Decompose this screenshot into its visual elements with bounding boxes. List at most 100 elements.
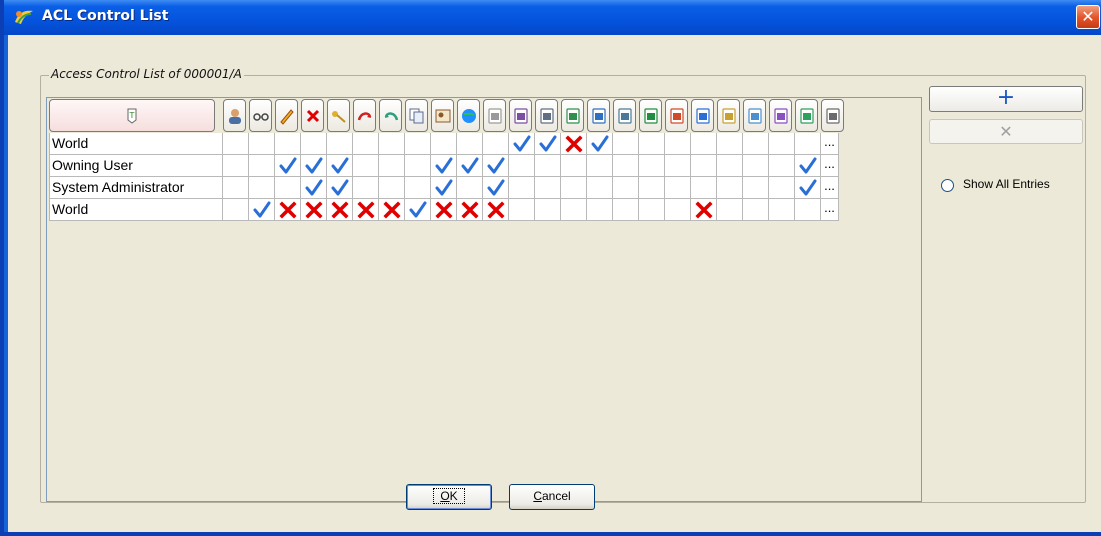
permission-cell[interactable]: [405, 199, 431, 221]
permission-cell[interactable]: [223, 199, 249, 221]
permission-cell[interactable]: [717, 199, 743, 221]
permission-cell[interactable]: [249, 199, 275, 221]
column-header-person-card[interactable]: [431, 99, 454, 132]
permission-cell[interactable]: [509, 199, 535, 221]
accessor-name-cell[interactable]: System Administrator: [49, 177, 223, 199]
permission-cell[interactable]: [249, 155, 275, 177]
column-header-flag[interactable]: [665, 99, 688, 132]
column-header-lock[interactable]: [535, 99, 558, 132]
permission-cell[interactable]: [483, 177, 509, 199]
permission-cell[interactable]: [457, 133, 483, 155]
accessor-name-cell[interactable]: World: [49, 133, 223, 155]
column-header-glasses[interactable]: [249, 99, 272, 132]
permission-cell[interactable]: [743, 133, 769, 155]
column-header-arrow-right[interactable]: [353, 99, 376, 132]
permission-cell[interactable]: [379, 155, 405, 177]
permission-cell[interactable]: [223, 177, 249, 199]
permission-cell[interactable]: [717, 177, 743, 199]
permission-cell[interactable]: [795, 155, 821, 177]
column-header-move[interactable]: [639, 99, 662, 132]
column-header-key[interactable]: [327, 99, 350, 132]
permission-cell[interactable]: [613, 133, 639, 155]
title-bar[interactable]: ACL Control List ✕: [4, 0, 1101, 35]
permission-cell[interactable]: [613, 199, 639, 221]
permission-cell[interactable]: [457, 155, 483, 177]
show-all-entries-radio[interactable]: [941, 179, 954, 192]
column-header-lock-arrow[interactable]: [509, 99, 532, 132]
permission-cell[interactable]: [483, 199, 509, 221]
permission-cell[interactable]: [327, 177, 353, 199]
permission-cell[interactable]: [275, 199, 301, 221]
permission-cell[interactable]: [769, 155, 795, 177]
permission-cell[interactable]: [379, 199, 405, 221]
permission-cell[interactable]: [535, 133, 561, 155]
permission-cell[interactable]: [535, 199, 561, 221]
permission-cell[interactable]: [353, 155, 379, 177]
permission-cell[interactable]: [457, 199, 483, 221]
permission-cell[interactable]: [275, 133, 301, 155]
permission-cell[interactable]: [561, 199, 587, 221]
permission-cell[interactable]: [327, 155, 353, 177]
permission-cell[interactable]: [665, 177, 691, 199]
permission-cell[interactable]: [405, 177, 431, 199]
column-header-swap[interactable]: [795, 99, 818, 132]
permission-cell[interactable]: [353, 133, 379, 155]
column-header-accessor[interactable]: T: [49, 99, 215, 132]
permission-cell[interactable]: [639, 133, 665, 155]
permission-cell[interactable]: [665, 155, 691, 177]
column-header-upload[interactable]: [561, 99, 584, 132]
column-header-export[interactable]: [691, 99, 714, 132]
permission-cell[interactable]: [561, 177, 587, 199]
permission-cell[interactable]: [535, 155, 561, 177]
acl-table[interactable]: T World... Owning User... System Administr…: [46, 97, 922, 502]
permission-cell[interactable]: [561, 155, 587, 177]
permission-cell[interactable]: [249, 133, 275, 155]
permission-cell[interactable]: [431, 177, 457, 199]
row-more-button[interactable]: ...: [821, 133, 839, 155]
permission-cell[interactable]: [327, 133, 353, 155]
column-header-download[interactable]: [587, 99, 610, 132]
permission-cell[interactable]: [769, 199, 795, 221]
permission-cell[interactable]: [223, 155, 249, 177]
permission-cell[interactable]: [509, 155, 535, 177]
column-header-globe[interactable]: [457, 99, 480, 132]
column-header-paste[interactable]: [769, 99, 792, 132]
permission-cell[interactable]: [301, 177, 327, 199]
permission-cell[interactable]: [353, 177, 379, 199]
permission-cell[interactable]: [743, 177, 769, 199]
permission-cell[interactable]: [639, 177, 665, 199]
column-header-user[interactable]: [223, 99, 246, 132]
permission-cell[interactable]: [743, 155, 769, 177]
column-header-padlock[interactable]: [821, 99, 844, 132]
permission-cell[interactable]: [743, 199, 769, 221]
permission-cell[interactable]: [717, 133, 743, 155]
column-header-star[interactable]: [743, 99, 766, 132]
permission-cell[interactable]: [405, 133, 431, 155]
permission-cell[interactable]: [457, 177, 483, 199]
permission-cell[interactable]: [301, 155, 327, 177]
permission-cell[interactable]: [353, 199, 379, 221]
column-header-undo[interactable]: [379, 99, 402, 132]
permission-cell[interactable]: [639, 199, 665, 221]
permission-cell[interactable]: [639, 155, 665, 177]
column-header-list[interactable]: [613, 99, 636, 132]
permission-cell[interactable]: [665, 199, 691, 221]
permission-cell[interactable]: [795, 133, 821, 155]
row-more-button[interactable]: ...: [821, 199, 839, 221]
column-header-refresh[interactable]: [717, 99, 740, 132]
permission-cell[interactable]: [587, 133, 613, 155]
permission-cell[interactable]: [275, 177, 301, 199]
permission-cell[interactable]: [483, 133, 509, 155]
permission-cell[interactable]: [223, 133, 249, 155]
permission-cell[interactable]: [379, 177, 405, 199]
permission-cell[interactable]: [535, 177, 561, 199]
permission-cell[interactable]: [301, 199, 327, 221]
permission-cell[interactable]: [691, 199, 717, 221]
permission-cell[interactable]: [691, 177, 717, 199]
permission-cell[interactable]: [405, 155, 431, 177]
permission-cell[interactable]: [379, 133, 405, 155]
permission-cell[interactable]: [665, 133, 691, 155]
permission-cell[interactable]: [691, 133, 717, 155]
permission-cell[interactable]: [509, 133, 535, 155]
permission-cell[interactable]: [431, 155, 457, 177]
